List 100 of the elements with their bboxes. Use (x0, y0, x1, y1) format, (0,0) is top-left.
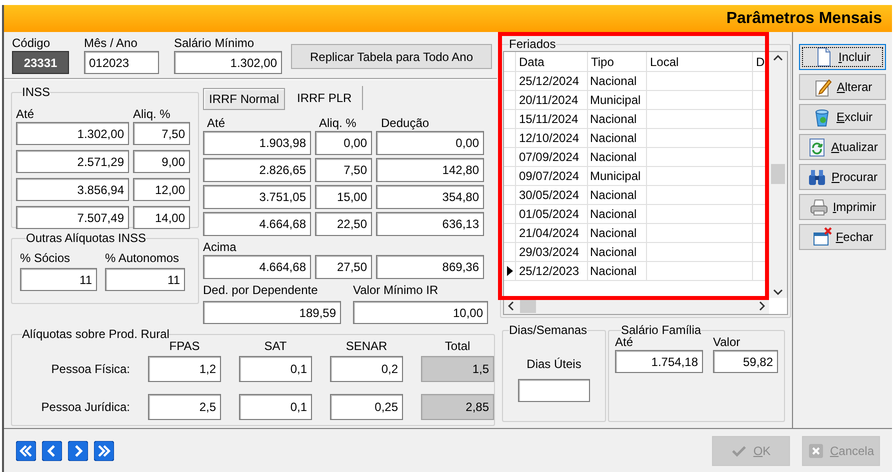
column-header[interactable]: Data (516, 52, 588, 71)
input-field[interactable]: 3.856,94 (16, 178, 129, 201)
input-field[interactable]: 4.664,68 (203, 255, 311, 279)
input-field[interactable]: 0,00 (315, 131, 372, 155)
scroll-thumb[interactable] (520, 299, 536, 313)
group-title: Dias/Semanas (509, 324, 588, 337)
field-label: Acima (203, 240, 236, 255)
table-cell: Nacional (588, 262, 647, 280)
input-field[interactable]: 12,00 (133, 178, 190, 201)
table-row[interactable]: 30/05/2024 Nacional (504, 186, 769, 205)
table-cell: Nacional (588, 148, 647, 166)
table-row[interactable]: 12/10/2024 Nacional (504, 129, 769, 148)
table-row[interactable]: 25/12/2023 Nacional (504, 262, 769, 281)
input-field[interactable]: 189,59 (203, 301, 341, 324)
cancel-button: Cancela (802, 436, 880, 466)
table-cell: 20/11/2024 (516, 91, 588, 109)
input-field[interactable]: 4.664,68 (203, 212, 311, 236)
toolbar-button[interactable]: Incluir (799, 44, 886, 70)
table-row[interactable]: 20/11/2024 Municipal (504, 91, 769, 110)
input-field[interactable]: 142,80 (376, 158, 484, 182)
table-row[interactable]: 25/12/2024 Nacional (504, 72, 769, 91)
table-row[interactable]: 07/09/2024 Nacional (504, 148, 769, 167)
field-label: Código (12, 36, 50, 51)
left-arrow-icon[interactable] (42, 440, 62, 460)
binoculars-icon (807, 167, 828, 187)
table-cell: 30/05/2024 (516, 186, 588, 204)
input-field[interactable]: 0,2 (330, 356, 403, 382)
input-field[interactable]: 22,50 (315, 212, 372, 236)
input-field[interactable]: 1.302,00 (174, 51, 282, 74)
input-field[interactable]: 1.302,00 (16, 122, 129, 145)
table-row[interactable]: 29/03/2024 Nacional (504, 243, 769, 262)
input-field[interactable]: 1,2 (148, 356, 221, 382)
toolbar-button[interactable]: Imprimir (799, 194, 886, 220)
scroll-right-icon[interactable] (759, 301, 765, 311)
right-arrow-icon[interactable] (68, 440, 88, 460)
input-field[interactable]: 0,00 (376, 131, 484, 155)
input-field[interactable]: 0,1 (239, 356, 312, 382)
input-field[interactable]: 9,00 (133, 150, 190, 173)
field-label: Salário Mínimo (174, 36, 254, 51)
table-row[interactable]: 21/04/2024 Nacional (504, 224, 769, 243)
input-field[interactable]: 2,85 (421, 394, 494, 420)
input-field[interactable]: 11 (20, 268, 97, 291)
table-row[interactable]: 15/11/2024 Nacional (504, 110, 769, 129)
replicate-button[interactable]: Replicar Tabela para Todo Ano (291, 44, 492, 69)
table-cell: Nacional (588, 243, 647, 261)
input-field[interactable]: 2.571,29 (16, 150, 129, 173)
scroll-down-icon[interactable] (773, 289, 783, 295)
vertical-scrollbar[interactable] (769, 52, 787, 298)
input-field[interactable]: 10,00 (353, 301, 488, 324)
scroll-up-icon[interactable] (773, 55, 783, 61)
column-header[interactable]: Local (647, 52, 753, 71)
toolbar-button[interactable]: Excluir (799, 104, 886, 130)
input-field[interactable]: 11 (105, 268, 185, 291)
input-field[interactable] (518, 379, 590, 402)
input-field[interactable]: 3.751,05 (203, 185, 311, 209)
input-field[interactable]: 0,25 (330, 394, 403, 420)
input-field[interactable]: 7.507,49 (16, 206, 129, 229)
toolbar-button[interactable]: Alterar (799, 74, 886, 100)
input-field[interactable]: 14,00 (133, 206, 190, 229)
toolbar-button[interactable]: Fechar (799, 224, 886, 250)
input-field[interactable]: 27,50 (315, 255, 372, 279)
tab[interactable]: IRRF Normal (203, 88, 286, 110)
input-field[interactable]: 15,00 (315, 185, 372, 209)
input-field[interactable]: 0,1 (239, 394, 312, 420)
table-cell: 09/07/2024 (516, 167, 588, 185)
field-label: Até (207, 116, 226, 131)
input-field[interactable]: 012023 (84, 51, 159, 74)
scroll-left-icon[interactable] (508, 301, 514, 311)
toolbar-button[interactable]: Procurar (799, 164, 886, 190)
pencil-icon (812, 77, 833, 97)
table-row[interactable]: 01/05/2024 Nacional (504, 205, 769, 224)
table-row[interactable]: 09/07/2024 Municipal (504, 167, 769, 186)
input-field[interactable]: 1,5 (421, 356, 494, 382)
printer-icon (808, 197, 829, 217)
input-field[interactable]: 1.903,98 (203, 131, 311, 155)
group-title: Outras Alíquotas INSS (26, 232, 146, 245)
group-title: INSS (22, 86, 50, 99)
input-field[interactable]: 7,50 (315, 158, 372, 182)
column-header[interactable]: Tipo (588, 52, 647, 71)
column-label: FPAS (168, 339, 201, 354)
group-title: Alíquotas sobre Prod. Rural (22, 328, 170, 341)
input-field[interactable]: 2,5 (148, 394, 221, 420)
input-field[interactable]: 59,82 (713, 350, 778, 373)
field-label: % Sócios (20, 251, 70, 266)
field-label: % Autonomos (105, 251, 180, 266)
table-cell: Nacional (588, 205, 647, 223)
table-cell: 12/10/2024 (516, 129, 588, 147)
input-field[interactable]: 2.826,65 (203, 158, 311, 182)
scroll-thumb[interactable] (771, 164, 785, 184)
input-field[interactable]: 7,50 (133, 122, 190, 145)
double-right-arrow-icon[interactable] (94, 440, 114, 460)
table-cell: 25/12/2024 (516, 72, 588, 90)
toolbar-button[interactable]: Atualizar (799, 134, 886, 160)
input-field[interactable]: 354,80 (376, 185, 484, 209)
table-cell: 01/05/2024 (516, 205, 588, 223)
input-field[interactable]: 636,13 (376, 212, 484, 236)
field-label: Mês / Ano (84, 36, 138, 51)
input-field[interactable]: 1.754,18 (615, 350, 703, 373)
input-field[interactable]: 869,36 (376, 255, 484, 279)
double-left-arrow-icon[interactable] (16, 440, 36, 460)
